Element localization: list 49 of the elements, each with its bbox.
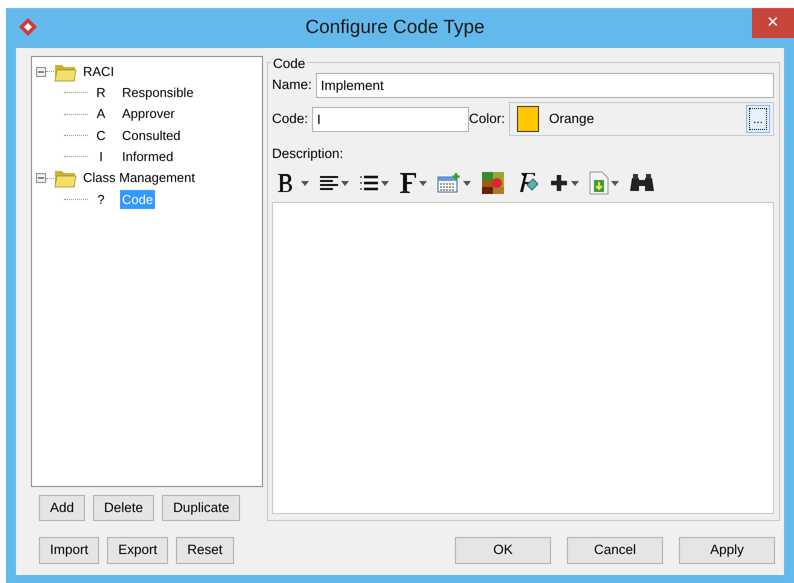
list-icon[interactable] [359,174,379,192]
color-picker[interactable]: Orange ... [509,102,774,136]
binoculars-icon[interactable] [629,173,655,194]
color-name: Orange [549,110,596,128]
code-label: Code: [272,110,308,128]
name-label: Name: [272,76,312,94]
code-letter: R [95,84,107,102]
dropdown-caret-icon[interactable] [419,180,427,186]
dropdown-caret-icon[interactable] [341,180,349,186]
close-button[interactable]: ✕ [752,8,794,38]
tree-item[interactable]: RACI [81,62,116,82]
tree-button[interactable]: Duplicate [162,495,240,522]
code-field[interactable]: I [312,106,470,132]
tree-item[interactable]: Responsible [120,83,196,103]
dialog-button[interactable]: Apply [679,537,775,564]
tree-item[interactable]: Class Management [81,168,197,188]
code-letter: C [95,126,107,145]
code-letter: I [98,148,104,166]
dialog-button[interactable]: OK [455,537,551,564]
dialog-button[interactable]: Export [107,537,168,564]
dialog-button[interactable]: Import [39,537,100,564]
dropdown-caret-icon[interactable] [301,180,309,186]
name-field[interactable]: Implement [316,73,774,98]
browse-button[interactable]: ... [746,105,770,133]
collapse-toggle-icon[interactable] [36,173,46,184]
dialog-button[interactable]: Reset [176,537,234,564]
dropdown-caret-icon[interactable] [463,180,471,186]
code-letter: ? [96,190,106,209]
align-left-icon[interactable] [319,175,339,192]
tree-button[interactable]: Add [39,495,86,522]
dropdown-caret-icon[interactable] [611,180,619,186]
table-icon[interactable] [437,172,461,194]
window-title: Configure Code Type [304,16,486,40]
dialog-button[interactable]: Cancel [567,537,663,564]
dropdown-caret-icon[interactable] [381,180,389,186]
color-label: Color: [469,110,506,128]
plus-icon[interactable] [549,173,569,194]
dropdown-caret-icon[interactable] [571,180,579,186]
color-grid-icon[interactable] [481,171,505,196]
font-icon[interactable] [399,172,417,194]
collapse-toggle-icon[interactable] [36,66,46,77]
document-icon[interactable] [589,171,609,196]
tree-item[interactable]: Informed [120,147,176,167]
description-label: Description: [272,145,344,163]
app-logo-icon [18,17,38,39]
tree-item[interactable]: Consulted [120,126,183,146]
tree-button[interactable]: Delete [93,495,154,522]
tree-item[interactable]: Approver [120,104,177,124]
code-letter: A [96,105,106,124]
